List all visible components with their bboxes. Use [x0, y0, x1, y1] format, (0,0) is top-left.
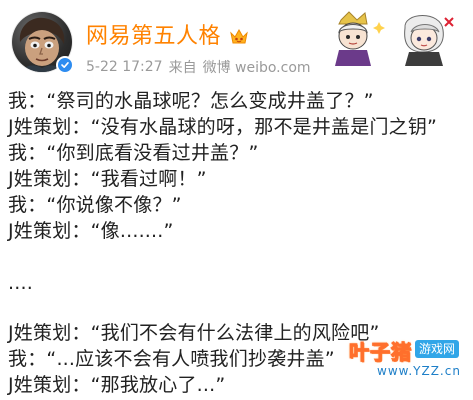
- source-prefix: 来自: [168, 60, 197, 76]
- watermark-logo: 叶子猪: [349, 340, 412, 365]
- dialogue-line: J姓策划：“像.......”: [8, 220, 174, 242]
- dialogue-line: J姓策划：“没有水晶球的呀，那不是井盖是门之钥”: [8, 116, 438, 138]
- post-header: 网易第五人格 5-22 17:27 来自 微博 weibo.com: [0, 0, 473, 86]
- watermark-tag: 游戏网: [415, 340, 460, 358]
- watermark-url: www.YZZ.cn: [377, 364, 461, 378]
- user-name-link[interactable]: 网易第五人格: [86, 24, 221, 50]
- site-watermark: 叶子猪 游戏网 www.YZZ.cn: [347, 336, 469, 386]
- dialogue-line: J姓策划：“那我放心了...”: [8, 374, 226, 396]
- name-row: 网易第五人格: [86, 23, 250, 51]
- dialogue-line: 我：“祭司的水晶球呢？怎么变成井盖了？”: [8, 90, 374, 112]
- dialogue-line: 我：“你到底看没看过井盖？”: [8, 142, 259, 164]
- weibo-post-screenshot: 网易第五人格 5-22 17:27 来自 微博 weibo.com 我：“祭司的…: [0, 0, 473, 400]
- post-source: 微博 weibo.com: [202, 60, 311, 76]
- post-meta: 5-22 17:27 来自 微博 weibo.com: [86, 57, 311, 77]
- dialogue-line: J姓策划：“我看过啊！”: [8, 168, 207, 190]
- dialogue-line: 我：“...应该不会有人喷我们抄袭井盖”: [8, 348, 335, 370]
- post-timestamp[interactable]: 5-22 17:27: [86, 59, 163, 75]
- anime-characters-sticker-icon: [323, 8, 463, 68]
- ellipsis-line: ....: [8, 272, 33, 294]
- verified-icon: [56, 56, 74, 74]
- dialogue-line: 我：“你说像不像？”: [8, 194, 182, 216]
- user-avatar[interactable]: [12, 12, 74, 74]
- dialogue-line: J姓策划：“我们不会有什么法律上的风险吧”: [8, 322, 380, 344]
- vip-member-icon[interactable]: [228, 26, 250, 48]
